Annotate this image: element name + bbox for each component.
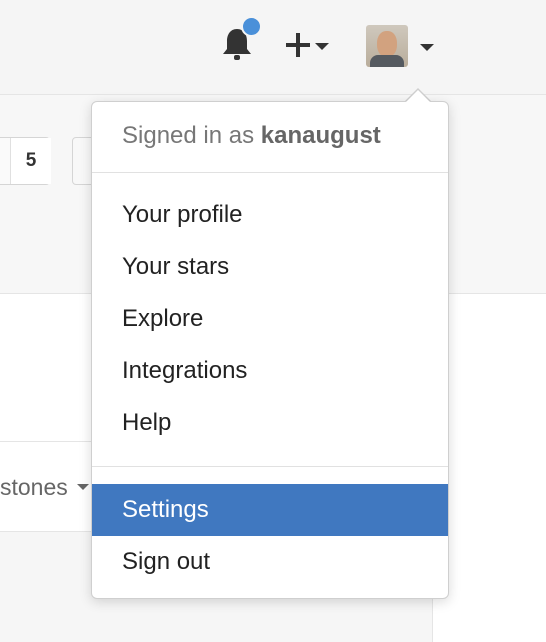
create-new-menu-button[interactable] xyxy=(286,30,338,60)
menu-item-help[interactable]: Help xyxy=(92,397,448,449)
counter-value: 5 xyxy=(10,138,51,184)
milestones-filter[interactable]: stones xyxy=(0,472,89,502)
signed-in-header: Signed in as kanaugust xyxy=(122,122,381,150)
dropdown-pointer-inner xyxy=(405,90,431,103)
chevron-down-icon xyxy=(420,43,434,51)
user-avatar-menu-button[interactable] xyxy=(366,24,436,68)
menu-item-sign-out[interactable]: Sign out xyxy=(92,536,448,588)
chevron-down-icon xyxy=(315,42,329,50)
plus-icon xyxy=(286,33,310,57)
username: kanaugust xyxy=(260,122,381,149)
chevron-down-icon xyxy=(76,484,89,490)
menu-item-your-profile[interactable]: Your profile xyxy=(92,189,448,241)
unread-notification-dot xyxy=(241,16,262,37)
menu-divider xyxy=(92,172,448,173)
top-header xyxy=(0,0,546,95)
menu-item-explore[interactable]: Explore xyxy=(92,293,448,345)
menu-item-integrations[interactable]: Integrations xyxy=(92,345,448,397)
signed-in-prefix: Signed in as xyxy=(122,122,261,149)
milestones-filter-label: stones xyxy=(0,473,68,500)
menu-item-settings[interactable]: Settings xyxy=(92,484,448,536)
menu-divider xyxy=(92,466,448,467)
avatar xyxy=(366,25,408,67)
menu-item-your-stars[interactable]: Your stars xyxy=(92,241,448,293)
